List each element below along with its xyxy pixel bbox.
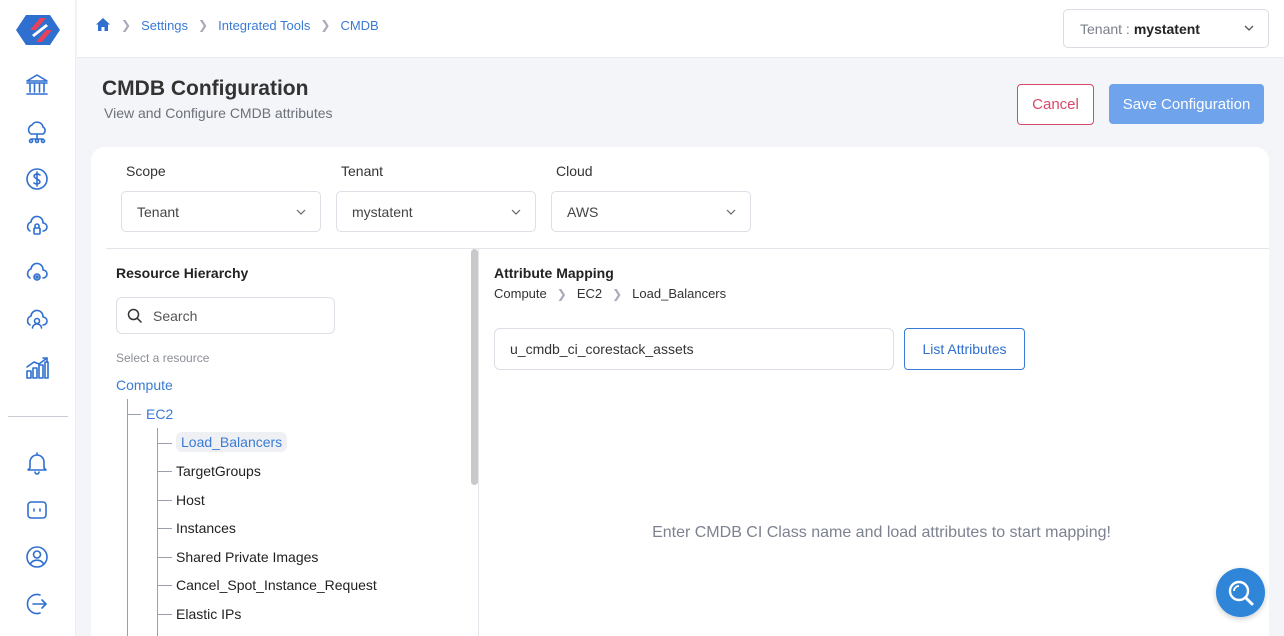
attribute-path-load-balancers: Load_Balancers: [632, 286, 727, 301]
tree-connector: [157, 443, 172, 444]
empty-state-message: Enter CMDB CI Class name and load attrib…: [652, 524, 1111, 541]
tree-node-elastic-ips[interactable]: Elastic IPs: [176, 606, 241, 622]
cloud-select[interactable]: AWS: [551, 191, 751, 232]
tenant-selector-label: Tenant :: [1080, 20, 1130, 37]
attribute-path-compute: Compute: [494, 286, 547, 301]
tenant-select[interactable]: mystatent: [336, 191, 536, 232]
cloud-lock-icon[interactable]: [24, 213, 50, 239]
tree-node-ec2[interactable]: EC2: [146, 406, 173, 422]
scope-select[interactable]: Tenant: [121, 191, 321, 232]
tree-connector: [157, 428, 158, 636]
tenant-value: mystatent: [352, 203, 413, 220]
page-title: CMDB Configuration: [102, 77, 309, 100]
resource-hierarchy-title: Resource Hierarchy: [116, 265, 249, 281]
top-bar: ❯ Settings ❯ Integrated Tools ❯ CMDB Ten…: [77, 0, 1284, 58]
scope-value: Tenant: [137, 203, 180, 220]
search-help-icon[interactable]: [1216, 568, 1265, 617]
breadcrumb-integrated-tools[interactable]: Integrated Tools: [218, 18, 310, 33]
panel-divider: [478, 249, 479, 636]
tree-node-target-groups[interactable]: TargetGroups: [176, 463, 261, 479]
chevron-right-icon: ❯: [198, 18, 209, 32]
chevron-right-icon: ❯: [612, 286, 623, 301]
tree-connector: [157, 528, 172, 529]
chevron-down-icon: [1244, 25, 1254, 31]
tree-node-compute[interactable]: Compute: [116, 377, 173, 393]
tree-node-cancel-spot-instance-request[interactable]: Cancel_Spot_Instance_Request: [176, 577, 377, 593]
tree-connector: [157, 557, 172, 558]
tree-connector: [157, 471, 172, 472]
tenant-selector[interactable]: Tenant : mystatent: [1063, 9, 1269, 48]
tree-connector: [157, 585, 172, 586]
tree-node-instances[interactable]: Instances: [176, 520, 236, 536]
sidebar-divider: [8, 416, 68, 417]
hierarchy-scrollbar[interactable]: [471, 249, 478, 485]
tenant-selector-value: mystatent: [1133, 20, 1200, 37]
tree-connector: [157, 614, 172, 615]
chevron-down-icon: [511, 209, 521, 215]
user-icon[interactable]: [24, 544, 50, 570]
search-icon: [127, 308, 143, 324]
bank-icon[interactable]: [24, 72, 50, 98]
chevron-down-icon: [296, 209, 306, 215]
attribute-path: Compute ❯ EC2 ❯ Load_Balancers: [494, 286, 726, 301]
tree-connector: [157, 500, 172, 501]
list-attributes-button[interactable]: List Attributes: [904, 328, 1025, 370]
search-input[interactable]: [153, 307, 323, 324]
dollar-icon[interactable]: [24, 166, 50, 192]
breadcrumb-settings[interactable]: Settings: [141, 18, 188, 33]
cloud-user-icon[interactable]: [24, 307, 50, 333]
analytics-icon[interactable]: [24, 355, 50, 381]
tree-node-load-balancers[interactable]: Load_Balancers: [176, 432, 288, 452]
logout-icon[interactable]: [24, 591, 50, 617]
tree-node-host[interactable]: Host: [176, 492, 205, 508]
attribute-path-ec2: EC2: [576, 286, 603, 301]
sidebar: [0, 0, 76, 636]
attribute-mapping-title: Attribute Mapping: [494, 265, 614, 281]
chat-bot-icon[interactable]: [24, 497, 50, 523]
page-subtitle: View and Configure CMDB attributes: [104, 105, 333, 121]
bell-icon[interactable]: [24, 450, 50, 476]
cloud-value: AWS: [567, 203, 599, 220]
ci-class-input[interactable]: [494, 328, 894, 370]
tree-connector: [127, 399, 128, 636]
resource-search[interactable]: [116, 297, 335, 334]
chevron-right-icon: ❯: [556, 286, 567, 301]
scope-label: Scope: [126, 163, 166, 179]
cloud-gear-icon[interactable]: [24, 260, 50, 286]
chevron-right-icon: ❯: [320, 18, 331, 32]
cloud-label: Cloud: [556, 163, 593, 179]
tree-node-shared-private-images[interactable]: Shared Private Images: [176, 549, 318, 565]
tenant-label: Tenant: [341, 163, 384, 179]
tree-connector: [127, 414, 141, 415]
select-resource-hint: Select a resource: [116, 351, 210, 365]
cancel-button[interactable]: Cancel: [1017, 84, 1094, 125]
home-icon[interactable]: [95, 17, 111, 33]
section-divider: [106, 248, 1269, 249]
breadcrumb-cmdb[interactable]: CMDB: [340, 18, 378, 33]
save-configuration-button[interactable]: Save Configuration: [1109, 84, 1264, 124]
cloud-network-icon[interactable]: [24, 119, 50, 145]
brand-logo[interactable]: [16, 15, 60, 45]
chevron-right-icon: ❯: [121, 18, 132, 32]
breadcrumb: ❯ Settings ❯ Integrated Tools ❯ CMDB: [95, 17, 379, 33]
chevron-down-icon: [726, 209, 736, 215]
